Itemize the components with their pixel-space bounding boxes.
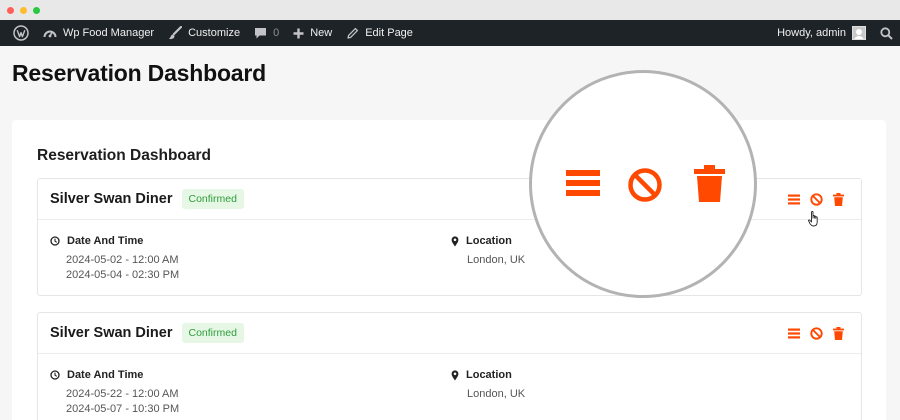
new-content-link[interactable]: New xyxy=(286,20,339,46)
location-value: London, UK xyxy=(467,388,526,400)
site-name-label: Wp Food Manager xyxy=(63,27,155,39)
comments-link[interactable]: 0 xyxy=(247,20,286,46)
restaurant-name: Silver Swan Diner xyxy=(50,191,173,207)
search-icon xyxy=(880,26,893,40)
date-time-label: Date And Time xyxy=(67,235,144,247)
clock-icon xyxy=(50,236,60,246)
close-window-button[interactable] xyxy=(7,6,14,14)
date-time-label: Date And Time xyxy=(67,369,144,381)
menu-icon[interactable] xyxy=(788,194,800,205)
paintbrush-icon xyxy=(168,26,183,40)
map-pin-icon xyxy=(451,235,459,246)
comment-bubble-icon xyxy=(255,27,267,38)
trash-icon[interactable] xyxy=(833,193,844,206)
maximize-window-button[interactable] xyxy=(33,6,40,14)
reservation-card: Silver Swan Diner Confirmed Date And Tim… xyxy=(37,312,862,420)
customize-label: Customize xyxy=(188,27,241,39)
new-label: New xyxy=(310,27,333,39)
comments-count: 0 xyxy=(273,27,280,39)
avatar xyxy=(852,26,866,40)
account-menu[interactable]: Howdy, admin xyxy=(770,20,873,46)
admin-search-button[interactable] xyxy=(873,20,900,46)
clock-icon xyxy=(50,370,60,380)
edit-page-label: Edit Page xyxy=(365,27,413,39)
menu-icon xyxy=(566,170,600,196)
start-date: 2024-05-02 - 12:00 AM xyxy=(66,254,179,266)
wordpress-logo-button[interactable] xyxy=(6,20,36,46)
site-name-link[interactable]: Wp Food Manager xyxy=(36,20,161,46)
date-time-section: Date And Time 2024-05-02 - 12:00 AM 2024… xyxy=(50,235,179,283)
panel-title: Reservation Dashboard xyxy=(37,147,211,164)
ban-icon[interactable] xyxy=(810,327,823,340)
map-pin-icon xyxy=(451,369,459,380)
trash-icon[interactable] xyxy=(833,327,844,340)
location-section: Location London, UK xyxy=(451,369,525,402)
admin-bar: Wp Food Manager Customize 0 New Edit Pag… xyxy=(0,20,900,46)
ban-icon[interactable] xyxy=(810,193,823,206)
end-date: 2024-05-07 - 10:30 PM xyxy=(66,403,180,415)
hand-cursor-icon xyxy=(808,211,818,227)
minimize-window-button[interactable] xyxy=(20,6,27,14)
dashboard-gauge-icon xyxy=(43,30,57,38)
ban-icon xyxy=(628,168,662,202)
end-date: 2024-05-04 - 02:30 PM xyxy=(66,269,180,281)
greeting-label: Howdy, admin xyxy=(777,27,846,39)
location-section: Location London, UK xyxy=(451,235,525,268)
edit-page-link[interactable]: Edit Page xyxy=(339,20,420,46)
customize-link[interactable]: Customize xyxy=(161,20,247,46)
restaurant-name: Silver Swan Diner xyxy=(50,325,173,341)
location-label: Location xyxy=(466,369,512,381)
plus-icon xyxy=(293,28,304,38)
start-date: 2024-05-22 - 12:00 AM xyxy=(66,388,179,400)
location-value: London, UK xyxy=(467,254,526,266)
magnifier-callout xyxy=(529,70,757,298)
status-badge: Confirmed xyxy=(181,323,244,343)
status-badge: Confirmed xyxy=(181,189,244,209)
page-title: Reservation Dashboard xyxy=(12,60,266,86)
menu-icon[interactable] xyxy=(788,328,800,339)
wordpress-icon xyxy=(13,25,29,41)
pencil-icon xyxy=(347,27,359,39)
trash-icon xyxy=(694,165,725,202)
date-time-section: Date And Time 2024-05-22 - 12:00 AM 2024… xyxy=(50,369,179,417)
location-label: Location xyxy=(466,235,512,247)
window-chrome xyxy=(0,0,900,20)
